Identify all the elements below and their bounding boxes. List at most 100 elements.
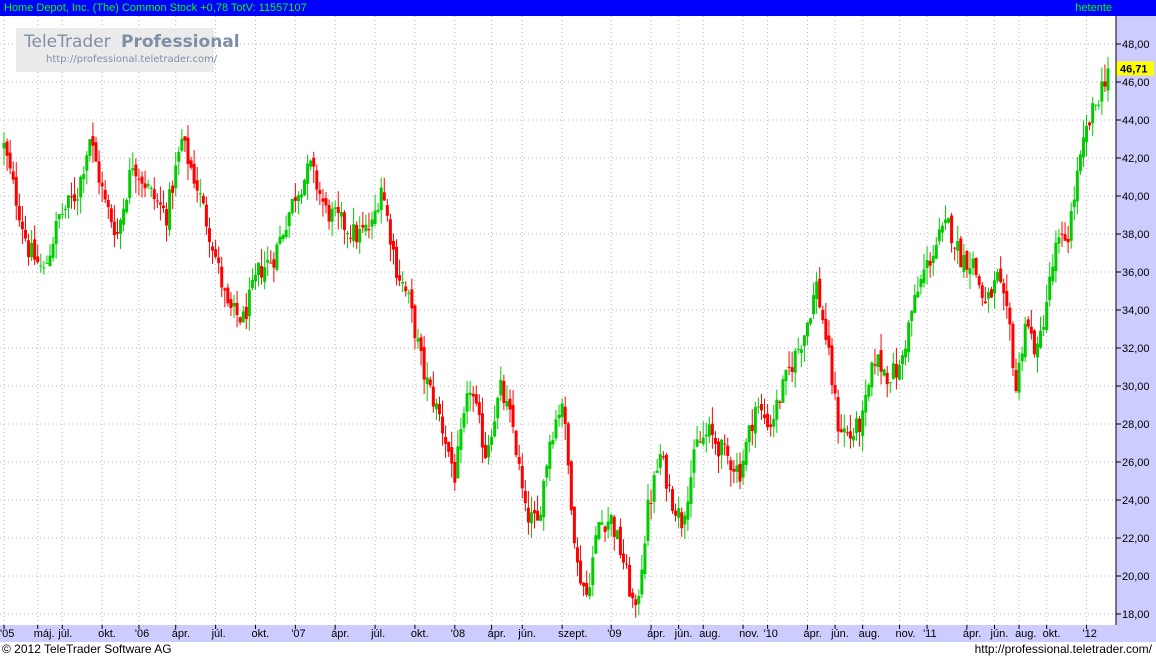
candle-body: [529, 512, 533, 524]
candle-body: [943, 219, 947, 224]
y-tick-label: 18,00: [1122, 609, 1150, 621]
candle-body: [931, 255, 935, 264]
candle-body: [223, 288, 227, 291]
candle-body: [263, 267, 267, 282]
candle-body: [827, 335, 831, 348]
candle-body: [444, 437, 448, 444]
candle-body: [1081, 137, 1085, 158]
candle-body: [453, 461, 457, 483]
candle-body: [809, 318, 813, 324]
candle-body: [425, 377, 429, 385]
candle-body: [318, 189, 322, 194]
candle-body: [17, 205, 21, 221]
candle-body: [168, 189, 172, 230]
candle-body: [784, 369, 788, 381]
candle-body: [281, 235, 285, 240]
candle-body: [1011, 324, 1015, 369]
candle-body: [192, 163, 196, 184]
candle-body: [885, 373, 889, 385]
watermark-url: http://professional.teletrader.com/: [46, 54, 218, 65]
candle-body: [39, 265, 43, 267]
candle-body: [505, 401, 509, 407]
candle-body: [250, 279, 254, 289]
candle-body: [502, 380, 506, 403]
candle-body: [303, 179, 307, 196]
candle-body: [1106, 68, 1110, 91]
candle-body: [1054, 242, 1058, 272]
candle-body: [533, 510, 537, 514]
candle-body: [428, 379, 432, 386]
footer-url[interactable]: http://professional.teletrader.com/: [975, 642, 1152, 656]
candle-body: [787, 366, 791, 368]
candle-body: [373, 210, 377, 224]
candle-body: [468, 392, 472, 395]
candle-body: [717, 441, 721, 457]
y-tick-label: 24,00: [1122, 495, 1150, 507]
candle-body: [698, 441, 702, 443]
candle-body: [2, 143, 6, 149]
candle-body: [542, 480, 546, 518]
candle-body: [413, 305, 417, 339]
candle-body: [729, 460, 733, 471]
x-tick-label: '07: [291, 628, 305, 640]
candle-body: [805, 322, 809, 337]
candle-body: [1091, 103, 1095, 124]
candle-body: [861, 410, 865, 436]
candle-body: [391, 240, 395, 250]
candle-body: [965, 250, 969, 270]
candle-body: [523, 490, 527, 504]
x-tick-label: '10: [764, 628, 778, 640]
candle-body: [1075, 170, 1079, 202]
x-tick-label: ápr.: [331, 628, 349, 640]
candle-body: [48, 255, 52, 267]
x-tick-label: okt.: [98, 628, 116, 640]
last-price-marker: 46,71: [1116, 61, 1154, 76]
candle-body: [879, 350, 883, 372]
candle-body: [36, 256, 40, 263]
candle-body: [155, 200, 159, 202]
candle-body: [125, 199, 129, 213]
candle-body: [864, 395, 868, 413]
candle-body: [799, 349, 803, 353]
candle-body: [232, 303, 236, 307]
candle-body: [526, 507, 530, 523]
candle-body: [272, 259, 276, 268]
candle-body: [23, 229, 27, 239]
candle-body: [962, 255, 966, 272]
candle-body: [867, 384, 871, 397]
candle-body: [143, 183, 147, 189]
candle-body: [1029, 326, 1033, 334]
candle-body: [379, 187, 383, 211]
candle-body: [631, 592, 635, 599]
candle-body: [508, 398, 512, 410]
x-tick-label: '12: [1083, 628, 1097, 640]
candle-body: [327, 204, 331, 222]
candle-body: [575, 547, 579, 563]
candle-body: [1008, 307, 1012, 325]
candle-body: [812, 295, 816, 315]
candle-body: [11, 171, 15, 180]
candle-body: [404, 286, 408, 292]
candle-body: [778, 401, 782, 403]
chart-title-bar: Home Depot, Inc. (The) Common Stock +0,7…: [0, 0, 1156, 16]
price-chart[interactable]: TeleTrader Professional http://professio…: [0, 16, 1156, 642]
candle-body: [63, 208, 67, 210]
candle-body: [284, 229, 288, 238]
candle-body: [582, 582, 586, 587]
candle-body: [747, 425, 751, 443]
candle-body: [269, 262, 273, 264]
candle-body: [416, 338, 420, 342]
candle-body: [833, 384, 837, 394]
candle-body: [726, 445, 730, 456]
candle-body: [8, 152, 12, 169]
candle-body: [802, 335, 806, 346]
candle-body: [14, 177, 18, 206]
candle-body: [1026, 319, 1030, 327]
x-tick-label: jún.: [517, 628, 536, 640]
candle-body: [299, 194, 303, 198]
candle-body: [1005, 291, 1009, 306]
y-axis-band: [1116, 16, 1156, 642]
candle-body: [579, 560, 583, 584]
y-tick-label: 44,00: [1122, 115, 1150, 127]
x-tick-label: ápr.: [803, 628, 821, 640]
